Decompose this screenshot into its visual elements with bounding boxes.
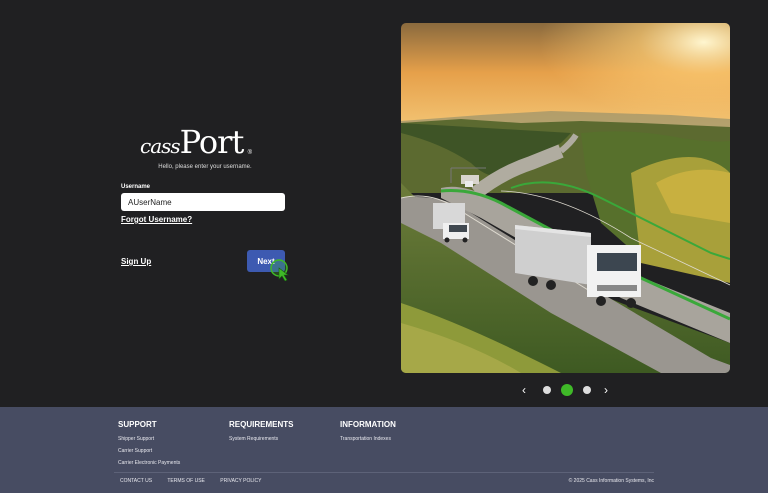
- carousel-next-button[interactable]: ›: [604, 382, 608, 398]
- footer-link-contact-us[interactable]: CONTACT US: [120, 478, 152, 484]
- tagline: Hello, please enter your username.: [158, 164, 252, 170]
- footer-link-terms-of-use[interactable]: TERMS OF USE: [167, 478, 205, 484]
- sign-up-link[interactable]: Sign Up: [121, 257, 151, 266]
- footer-link-carrier-electronic-payments[interactable]: Carrier Electronic Payments: [118, 460, 180, 466]
- footer-requirements-heading: REQUIREMENTS: [229, 420, 294, 429]
- footer-link-transportation-indexes[interactable]: Transportation Indexes: [340, 436, 396, 442]
- copyright-text: © 2025 Cass Information Systems, Inc: [568, 478, 654, 484]
- footer-divider: [114, 472, 654, 473]
- footer-support-column: SUPPORT Shipper Support Carrier Support …: [118, 420, 180, 472]
- next-button[interactable]: Next: [247, 250, 285, 272]
- carousel-dot-1[interactable]: [543, 386, 551, 394]
- username-label: Username: [121, 184, 151, 190]
- registered-mark: ®: [247, 150, 252, 156]
- login-page: cassPort ® Hello, please enter your user…: [0, 0, 768, 407]
- forgot-username-link[interactable]: Forgot Username?: [121, 215, 192, 224]
- carousel-dot-2-active[interactable]: [561, 384, 573, 396]
- carousel-dot-3[interactable]: [583, 386, 591, 394]
- footer-link-shipper-support[interactable]: Shipper Support: [118, 436, 180, 442]
- carousel-controls: ‹ ›: [520, 382, 615, 398]
- carousel-prev-button[interactable]: ‹: [522, 382, 526, 398]
- footer: SUPPORT Shipper Support Carrier Support …: [0, 407, 768, 493]
- footer-support-heading: SUPPORT: [118, 420, 157, 429]
- footer-information-heading: INFORMATION: [340, 420, 396, 429]
- logo-main: Port: [179, 123, 245, 161]
- username-input[interactable]: [121, 193, 285, 211]
- footer-link-carrier-support[interactable]: Carrier Support: [118, 448, 180, 454]
- footer-link-system-requirements[interactable]: System Requirements: [229, 436, 293, 442]
- footer-bottom-links: CONTACT US TERMS OF USE PRIVACY POLICY: [120, 478, 275, 484]
- footer-requirements-column: REQUIREMENTS System Requirements: [229, 420, 293, 448]
- hero-image-trucks-on-highway: [401, 23, 730, 373]
- footer-information-column: INFORMATION Transportation Indexes: [340, 420, 396, 448]
- footer-link-privacy-policy[interactable]: PRIVACY POLICY: [220, 478, 261, 484]
- logo-prefix: cass: [140, 134, 181, 158]
- cassport-logo: cassPort ®: [140, 124, 252, 160]
